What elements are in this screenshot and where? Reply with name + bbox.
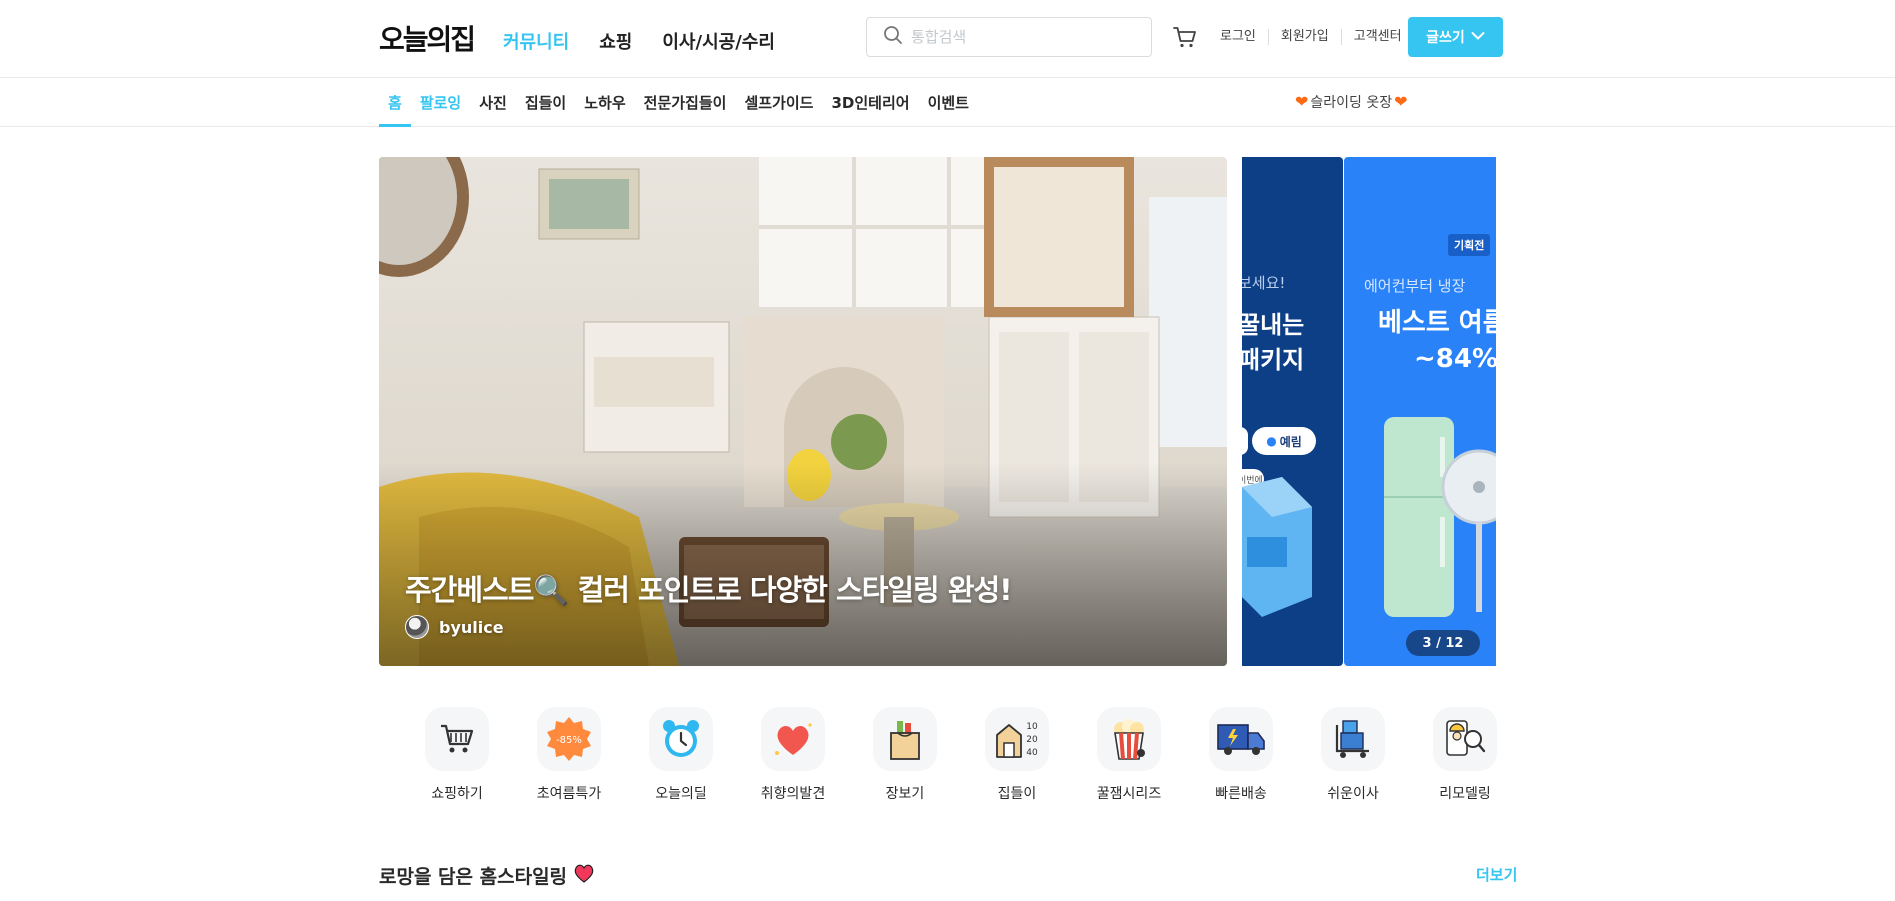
truck-icon: [1209, 707, 1273, 771]
chevron-down-icon: [1471, 29, 1485, 45]
avatar: [405, 615, 429, 639]
sub-nav: 홈 팔로잉 사진 집들이 노하우 전문가집들이 셀프가이드 3D인테리어 이벤트: [0, 78, 1895, 127]
house-number-3: 40: [1026, 748, 1038, 758]
promo-label: 슬라이딩 옷장: [1310, 95, 1393, 111]
heart-icon: [573, 863, 595, 888]
customer-center-link[interactable]: 고객센터: [1340, 29, 1414, 45]
tab-housewarming[interactable]: 집들이: [516, 78, 575, 126]
side1-line-1: 보세요!: [1242, 274, 1286, 292]
category-shortcuts: 쇼핑하기 -85% 초여름특가 오늘의딜 취향의발견 장보기 10 20 40 집들…: [401, 707, 1521, 803]
cart-icon[interactable]: [1172, 24, 1198, 54]
hero-author[interactable]: byulice: [405, 615, 504, 639]
alarm-clock-icon: [649, 707, 713, 771]
globe-icon: ●: [1266, 434, 1277, 448]
category-label: 초여름특가: [536, 786, 602, 802]
tab-following[interactable]: 팔로잉: [411, 78, 470, 126]
section-title-text: 로망을 담은 홈스타일링: [379, 866, 568, 888]
side1-line-2: 꿀내는: [1242, 311, 1305, 339]
side1-product-image: [1242, 477, 1312, 617]
category-label: 빠른배송: [1215, 786, 1267, 802]
category-label: 쉬운이사: [1327, 786, 1379, 802]
side2-subtitle: 에어컨부터 냉장: [1364, 277, 1466, 295]
category-shopping[interactable]: 쇼핑하기: [401, 707, 513, 803]
hero-banner-main[interactable]: 주간베스트🔍 컬러 포인트로 다양한 스타일링 완성! byulice: [379, 157, 1227, 666]
user-links: 로그인 회원가입 고객센터: [1212, 29, 1414, 45]
tab-photos[interactable]: 사진: [470, 78, 516, 126]
house-number-2: 20: [1026, 735, 1038, 745]
heart-icon: [761, 707, 825, 771]
category-summer-sale[interactable]: -85% 초여름특가: [513, 707, 625, 803]
nav-shopping[interactable]: 쇼핑: [599, 28, 632, 54]
slide-pager: 3 / 12: [1406, 630, 1480, 656]
global-header: 오늘의집 커뮤니티 쇼핑 이사/시공/수리 로그인 회원가입 고객센터 글쓰기: [0, 0, 1895, 78]
category-easy-moving[interactable]: 쉬운이사: [1297, 707, 1409, 803]
discount-badge-icon: -85%: [537, 707, 601, 771]
hero-caption: 주간베스트🔍 컬러 포인트로 다양한 스타일링 완성!: [405, 573, 1012, 607]
tab-home[interactable]: 홈: [379, 78, 411, 127]
category-housewarming[interactable]: 10 20 40 집들이: [961, 707, 1073, 803]
search-box[interactable]: [866, 17, 1152, 57]
write-button-label: 글쓰기: [1426, 30, 1465, 46]
tab-expert-housewarming[interactable]: 전문가집들이: [635, 78, 736, 126]
house-icon: 10 20 40: [985, 707, 1049, 771]
heart-icon: ❤: [1394, 92, 1408, 111]
search-input[interactable]: [911, 28, 1141, 46]
author-name: byulice: [439, 617, 504, 637]
house-number-1: 10: [1026, 722, 1038, 732]
remodeling-icon: [1433, 707, 1497, 771]
category-todays-deal[interactable]: 오늘의딜: [625, 707, 737, 803]
side1-brand-label: 예림: [1279, 434, 1302, 449]
nav-community[interactable]: 커뮤니티: [503, 28, 569, 54]
logo[interactable]: 오늘의집: [379, 18, 476, 58]
popcorn-icon: [1097, 707, 1161, 771]
category-label: 쇼핑하기: [431, 786, 483, 802]
hero-banner-side-2[interactable]: 기획전 에어컨부터 냉장 베스트 여름 ~84%: [1344, 157, 1496, 666]
nav-moving-repair[interactable]: 이사/시공/수리: [662, 28, 775, 54]
write-button[interactable]: 글쓰기: [1408, 17, 1503, 57]
category-remodeling[interactable]: 리모델링: [1409, 707, 1521, 803]
side1-line-3: 패키지: [1242, 346, 1305, 374]
category-fast-delivery[interactable]: 빠른배송: [1185, 707, 1297, 803]
tab-event[interactable]: 이벤트: [919, 78, 978, 126]
section-title: 로망을 담은 홈스타일링: [379, 862, 595, 889]
search-icon: [883, 25, 903, 49]
signup-link[interactable]: 회원가입: [1267, 29, 1341, 45]
category-label: 리모델링: [1439, 786, 1491, 802]
category-groceries[interactable]: 장보기: [849, 707, 961, 803]
grocery-bag-icon: [873, 707, 937, 771]
category-label: 취향의발견: [760, 786, 826, 802]
side2-tag: 기획전: [1448, 234, 1491, 256]
cart-icon: [425, 707, 489, 771]
category-label: 집들이: [997, 786, 1037, 802]
hero-banner-side-1[interactable]: 보세요! 꿀내는 패키지 ● 예림 이번에: [1242, 157, 1343, 666]
login-link[interactable]: 로그인: [1212, 29, 1268, 45]
side2-title-1: 베스트 여름: [1378, 308, 1496, 338]
promo-link[interactable]: ❤ 슬라이딩 옷장 ❤: [1295, 92, 1408, 112]
moving-cart-icon: [1321, 707, 1385, 771]
side2-title-2: ~84%: [1414, 344, 1496, 374]
heart-icon: ❤: [1295, 92, 1309, 111]
discount-badge-text: -85%: [556, 735, 582, 746]
category-label: 오늘의딜: [655, 786, 707, 802]
tab-self-guide[interactable]: 셀프가이드: [735, 78, 822, 126]
category-taste-discovery[interactable]: 취향의발견: [737, 707, 849, 803]
side1-pill-fragment: [1242, 427, 1248, 455]
main-nav: 커뮤니티 쇼핑 이사/시공/수리: [503, 28, 775, 54]
side2-product-image: [1384, 417, 1496, 617]
tab-knowhow[interactable]: 노하우: [575, 78, 634, 126]
tab-3d-interior[interactable]: 3D인테리어: [822, 78, 918, 126]
more-link[interactable]: 더보기: [1476, 864, 1517, 885]
category-fun-series[interactable]: 꿀잼시리즈: [1073, 707, 1185, 803]
category-label: 꿀잼시리즈: [1096, 786, 1162, 802]
category-label: 장보기: [885, 786, 925, 802]
side1-brand-badge: ● 예림: [1252, 427, 1316, 455]
